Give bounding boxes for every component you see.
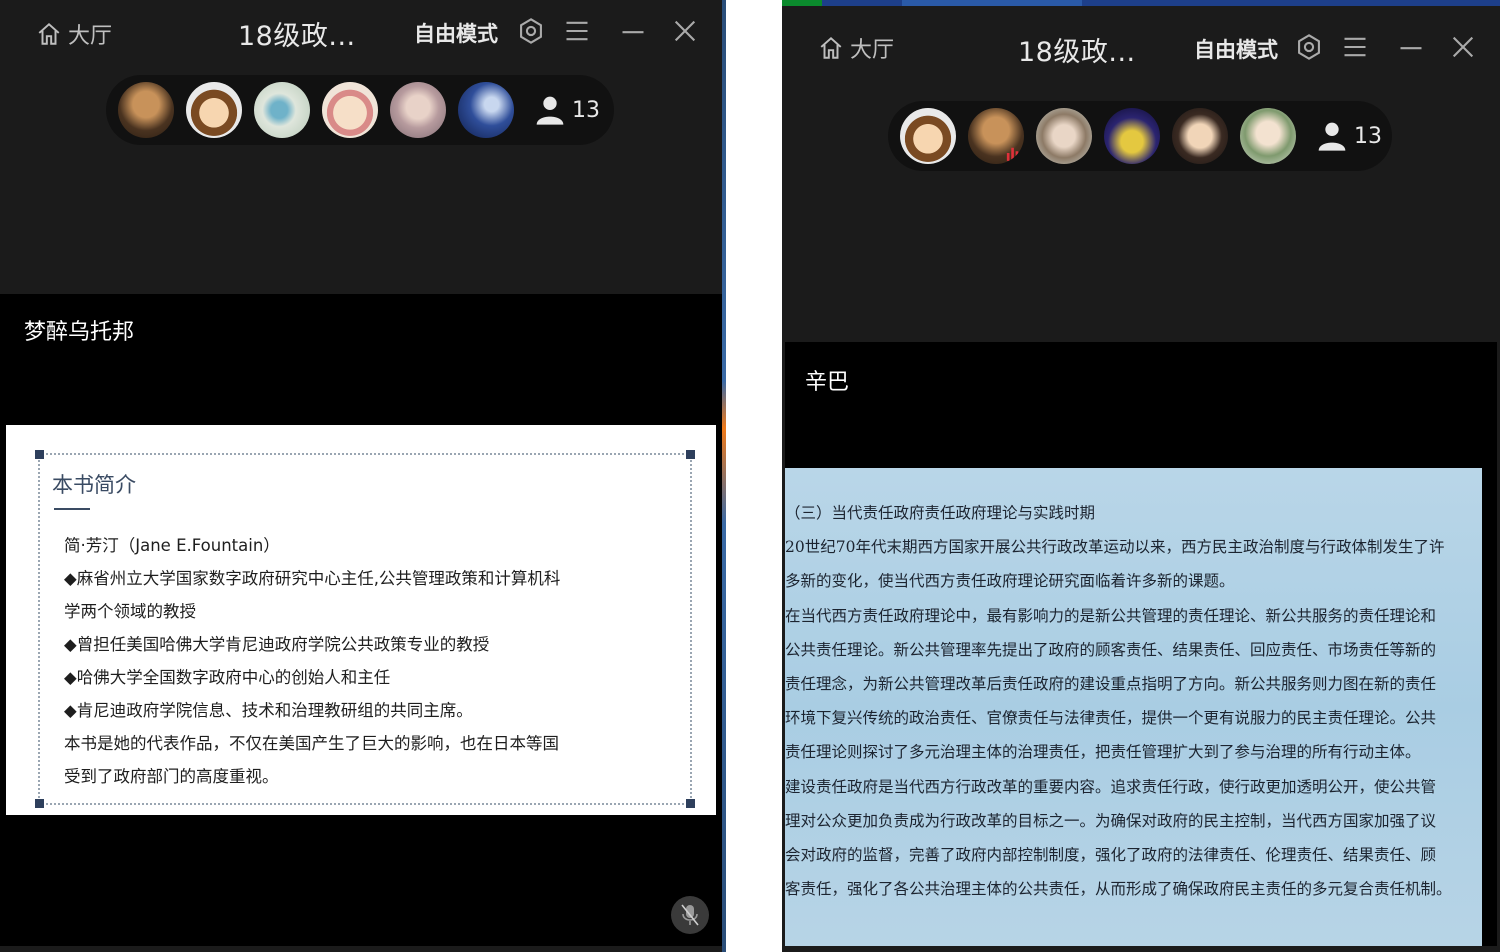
- title-bar: 大厅 18级政... 自由模式: [782, 6, 1500, 72]
- speaker-name: 辛巴: [805, 370, 850, 395]
- avatar[interactable]: [186, 82, 242, 138]
- room-title: 18级政...: [1018, 37, 1136, 68]
- slide-body: 简·芳汀（Jane E.Fountain） ◆麻省州立大学国家数字政府研究中心主…: [64, 529, 624, 793]
- document-line: 理对公众更加负责成为行政改革的目标之一。为确保对政府的民主控制，当代西方国家加强…: [785, 811, 1437, 830]
- avatar[interactable]: [390, 82, 446, 138]
- shared-document: （三）当代责任政府责任政府理论与实践时期 20世纪70年代末期西方国家开展公共行…: [785, 468, 1482, 946]
- member-count-value: 13: [572, 97, 600, 123]
- minimize-icon[interactable]: [1396, 32, 1426, 62]
- microphone-button[interactable]: [671, 896, 709, 934]
- minimize-icon[interactable]: [618, 16, 648, 46]
- settings-icon[interactable]: [516, 16, 546, 46]
- close-icon[interactable]: [670, 16, 700, 46]
- meeting-window-right: 大厅 18级政... 自由模式 13 辛巴 （三）当代责任政府责任政府理论与实践…: [782, 6, 1500, 952]
- desktop-edge: [722, 0, 726, 952]
- lobby-button[interactable]: 大厅: [818, 32, 894, 64]
- slide-line: 受到了政府部门的高度重视。: [64, 767, 279, 786]
- person-icon: [1318, 122, 1346, 151]
- mode-button[interactable]: 自由模式: [414, 18, 498, 48]
- document-line: 在当代西方责任政府理论中，最有影响力的是新公共管理的责任理论、新公共服务的责任理…: [785, 606, 1437, 625]
- document-line: 责任理论则探讨了多元治理主体的治理责任，把责任管理扩大到了参与治理的所有行动主体…: [785, 743, 1421, 762]
- document-line: 会对政府的监督，完善了政府内部控制制度，强化了政府的法律责任、伦理责任、结果责任…: [785, 846, 1437, 865]
- speaker-name: 梦醉乌托邦: [24, 320, 135, 345]
- shared-slide: 本书简介 简·芳汀（Jane E.Fountain） ◆麻省州立大学国家数字政府…: [6, 425, 716, 815]
- lobby-label: 大厅: [850, 38, 895, 63]
- menu-icon[interactable]: [562, 16, 592, 46]
- document-line: 客责任，强化了各公共治理主体的公共责任，从而形成了确保政府民主责任的多元复合责任…: [785, 880, 1452, 899]
- meeting-window-left: 大厅 18级政... 自由模式 13 梦醉乌托邦 本书简介 简·芳汀（Jane …: [0, 0, 722, 952]
- participants-bar: 13: [888, 101, 1392, 171]
- slide-line: ◆曾担任美国哈佛大学肯尼迪政府学院公共政策专业的教授: [64, 635, 490, 654]
- home-icon: [820, 36, 842, 59]
- settings-icon[interactable]: [1294, 32, 1324, 62]
- room-title: 18级政...: [238, 21, 356, 52]
- avatar[interactable]: [1240, 108, 1296, 164]
- slide-line: 简·芳汀（Jane E.Fountain）: [64, 536, 280, 555]
- title-bar: 大厅 18级政... 自由模式: [0, 0, 722, 66]
- slide-line: ◆肯尼迪政府学院信息、技术和治理教研组的共同主席。: [64, 701, 473, 720]
- document-line: （三）当代责任政府责任政府理论与实践时期: [785, 504, 1096, 522]
- person-icon: [536, 96, 564, 125]
- avatar[interactable]: [118, 82, 174, 138]
- slide-line: 学两个领域的教授: [64, 602, 196, 621]
- avatar[interactable]: [458, 82, 514, 138]
- speaking-indicator-icon: [1006, 147, 1019, 161]
- member-count[interactable]: 13: [1316, 120, 1382, 152]
- avatar[interactable]: [322, 82, 378, 138]
- close-icon[interactable]: [1448, 32, 1478, 62]
- heading-underline: [54, 508, 90, 510]
- avatar[interactable]: [900, 108, 956, 164]
- desktop-gap: [722, 0, 782, 952]
- avatar[interactable]: [968, 108, 1024, 164]
- document-line: 多新的变化，使当代西方责任政府理论研究面临着许多新的课题。: [785, 572, 1235, 591]
- document-body: （三）当代责任政府责任政府理论与实践时期 20世纪70年代末期西方国家开展公共行…: [785, 496, 1482, 906]
- participants-bar: 13: [106, 75, 614, 145]
- slide-heading: 本书简介: [52, 473, 136, 497]
- document-line: 20世纪70年代末期西方国家开展公共行政改革运动以来，西方民主政治制度与行政体制…: [785, 538, 1445, 557]
- slide-line: ◆哈佛大学全国数字政府中心的创始人和主任: [64, 668, 391, 687]
- lobby-button[interactable]: 大厅: [36, 18, 112, 50]
- menu-icon[interactable]: [1340, 32, 1370, 62]
- mode-button[interactable]: 自由模式: [1194, 34, 1278, 64]
- slide-line: ◆麻省州立大学国家数字政府研究中心主任,公共管理政策和计算机科: [64, 569, 561, 588]
- microphone-muted-icon: [681, 904, 699, 926]
- member-count-value: 13: [1354, 123, 1382, 149]
- document-line: 建设责任政府是当代西方行政改革的重要内容。追求责任行政，使行政更加透明公开，使公…: [785, 777, 1437, 796]
- avatar[interactable]: [1172, 108, 1228, 164]
- slide-line: 本书是她的代表作品，不仅在美国产生了巨大的影响，也在日本等国: [64, 734, 559, 753]
- lobby-label: 大厅: [68, 24, 113, 49]
- avatar[interactable]: [1036, 108, 1092, 164]
- document-line: 环境下复兴传统的政治责任、官僚责任与法律责任，提供一个更有说服力的民主责任理论。…: [785, 709, 1437, 728]
- avatar[interactable]: [254, 82, 310, 138]
- member-count[interactable]: 13: [534, 94, 600, 126]
- document-line: 公共责任理论。新公共管理率先提出了政府的顾客责任、结果责任、回应责任、市场责任等…: [785, 640, 1437, 659]
- home-icon: [38, 22, 60, 45]
- document-line: 责任理念，为新公共管理改革后责任政府的建设重点指明了方向。新公共服务则力图在新的…: [785, 675, 1437, 694]
- avatar[interactable]: [1104, 108, 1160, 164]
